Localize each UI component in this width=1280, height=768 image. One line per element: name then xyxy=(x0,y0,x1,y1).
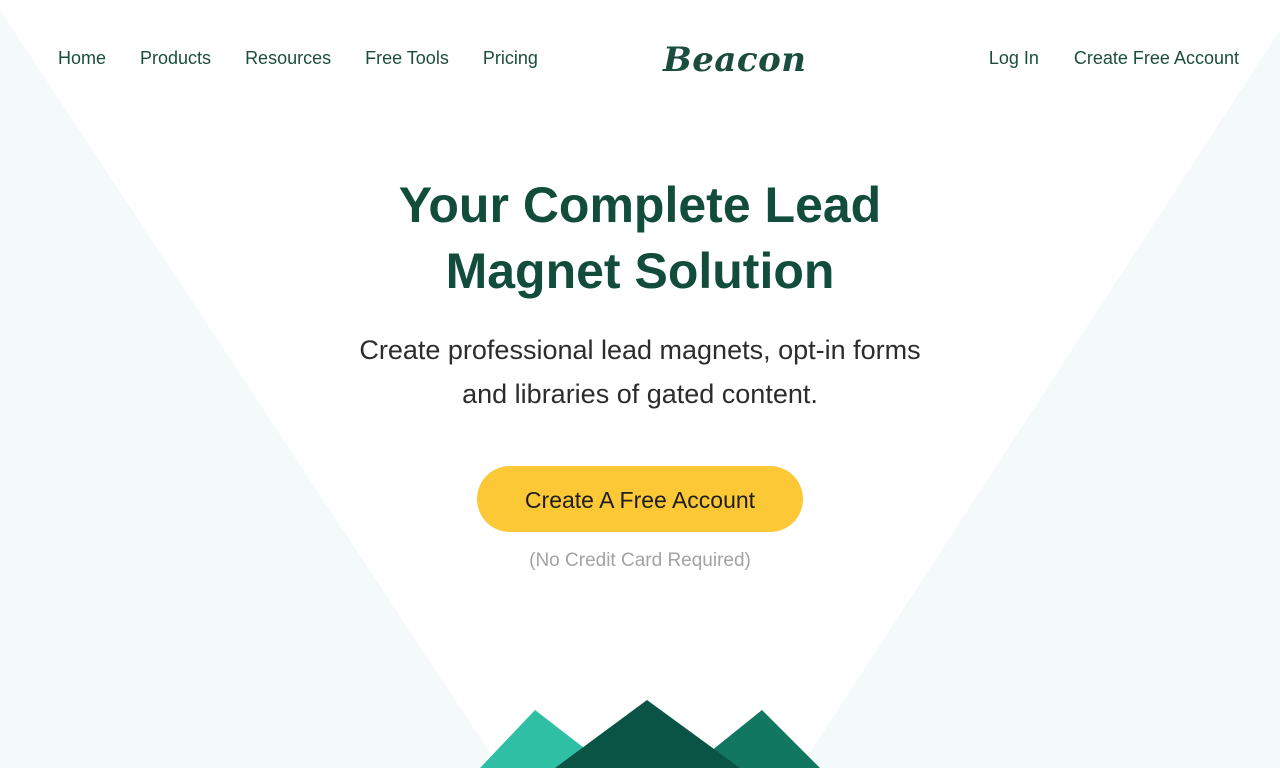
hero-title: Your Complete Lead Magnet Solution xyxy=(398,177,882,299)
create-free-account-button[interactable]: Create A Free Account xyxy=(477,466,803,532)
login-link[interactable]: Log In xyxy=(989,48,1039,69)
nav-free-tools[interactable]: Free Tools xyxy=(365,48,449,69)
create-account-link[interactable]: Create Free Account xyxy=(1074,48,1239,69)
mountain-center xyxy=(555,700,740,768)
nav-home[interactable]: Home xyxy=(58,48,106,69)
no-credit-card-note: (No Credit Card Required) xyxy=(529,550,751,571)
account-nav: Log In Create Free Account xyxy=(989,48,1239,69)
nav-resources[interactable]: Resources xyxy=(245,48,331,69)
primary-nav: Home Products Resources Free Tools Prici… xyxy=(58,48,538,69)
hero-subtitle: Create professional lead magnets, opt-in… xyxy=(359,335,921,409)
top-navigation: Home Products Resources Free Tools Prici… xyxy=(0,40,1280,80)
beacon-logo[interactable]: Beacon xyxy=(663,40,807,80)
hero-section: Your Complete Lead Magnet Solution Creat… xyxy=(0,172,1280,572)
nav-products[interactable]: Products xyxy=(140,48,211,69)
nav-pricing[interactable]: Pricing xyxy=(483,48,538,69)
